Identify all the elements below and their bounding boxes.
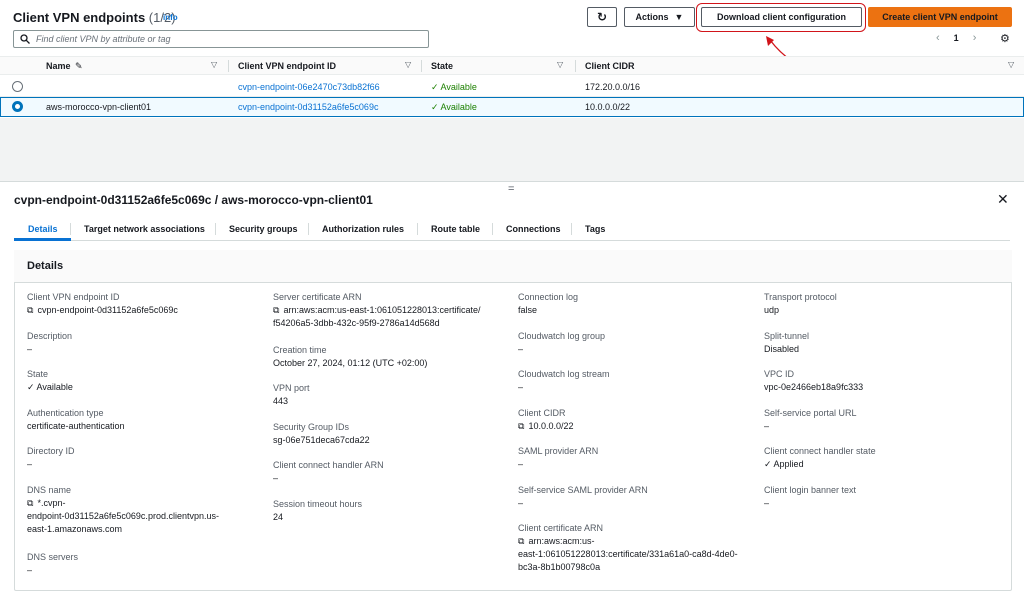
sort-icon[interactable]: ▽ [1008, 60, 1014, 69]
check-circle-icon: ✓ [27, 382, 37, 392]
row-endpoint-id-link[interactable]: cvpn-endpoint-0d31152a6fe5c069c [238, 102, 378, 112]
vpc-id-link[interactable]: vpc-0e2466eb18a9fc333 [764, 381, 999, 394]
row-radio-button[interactable] [12, 81, 23, 92]
field-description: Description – [27, 331, 73, 354]
detail-tabs: Details Target network associations Secu… [14, 219, 1010, 241]
tab-divider [417, 223, 418, 235]
download-client-configuration-button[interactable]: Download client configuration [701, 7, 862, 27]
field-client-login-banner: Client login banner text – [764, 485, 857, 508]
field-dns-name: DNS name ⧉ *.cvpn- endpoint-0d31152a6fe5c… [27, 485, 219, 534]
info-link[interactable]: info [163, 13, 178, 22]
split-panel-drag-handle[interactable]: = [508, 183, 514, 195]
detail-panel-title: cvpn-endpoint-0d31152a6fe5c069c / aws-mo… [14, 193, 373, 207]
field-dns-servers: DNS servers – [27, 552, 79, 575]
field-security-group-ids: Security Group IDs sg-06e751deca67cda22 [273, 421, 508, 447]
field-state: State ✓ Available [27, 369, 73, 392]
pagination: ‹ 1 › [936, 32, 976, 44]
field-client-connect-handler-arn: Client connect handler ARN – [273, 460, 384, 483]
close-icon[interactable]: ✕ [997, 191, 1009, 208]
copy-icon[interactable]: ⧉ [27, 497, 33, 510]
settings-gear-icon[interactable]: ⚙ [1000, 32, 1010, 45]
details-card-title: Details [27, 260, 64, 272]
caret-down-icon: ▼ [674, 12, 684, 22]
tab-divider [492, 223, 493, 235]
row-client-cidr: 172.20.0.0/16 [585, 82, 641, 92]
copy-icon[interactable]: ⧉ [518, 420, 524, 433]
field-client-connect-handler-state: Client connect handler state ✓ Applied [764, 446, 876, 469]
field-session-timeout: Session timeout hours 24 [273, 499, 363, 522]
column-divider[interactable] [228, 60, 229, 72]
field-connection-log: Connection log false [518, 292, 579, 315]
tab-security-groups[interactable]: Security groups [229, 224, 298, 234]
sort-icon[interactable]: ▽ [405, 60, 411, 69]
sort-icon[interactable]: ▽ [211, 60, 217, 69]
row-name: aws-morocco-vpn-client01 [46, 102, 152, 112]
table-row-selected[interactable]: aws-morocco-vpn-client01 cvpn-endpoint-0… [0, 97, 1024, 117]
column-header-state[interactable]: State [431, 61, 453, 71]
tab-divider [70, 223, 71, 235]
field-vpc-id: VPC ID vpc-0e2466eb18a9fc333 [764, 368, 999, 394]
tab-divider [215, 223, 216, 235]
search-input[interactable]: Find client VPN by attribute or tag [13, 30, 429, 48]
edit-pencil-icon: ✎ [75, 61, 83, 71]
field-vpn-port: VPN port 443 [273, 383, 310, 406]
field-saml-provider-arn: SAML provider ARN – [518, 446, 599, 469]
prev-page-icon[interactable]: ‹ [936, 32, 940, 44]
field-transport-protocol: Transport protocol udp [764, 292, 837, 315]
field-authentication-type: Authentication type certificate-authenti… [27, 408, 125, 431]
table-row[interactable]: cvpn-endpoint-06e2470c73db82f66 ✓ Availa… [0, 77, 1024, 97]
security-group-link[interactable]: sg-06e751deca67cda22 [273, 434, 508, 447]
field-self-service-saml-provider-arn: Self-service SAML provider ARN – [518, 485, 648, 508]
tab-details[interactable]: Details [28, 224, 58, 234]
copy-icon[interactable]: ⧉ [273, 304, 279, 317]
next-page-icon[interactable]: › [973, 32, 977, 44]
create-client-vpn-endpoint-button[interactable]: Create client VPN endpoint [868, 7, 1012, 27]
column-header-endpoint-id[interactable]: Client VPN endpoint ID [238, 61, 336, 71]
check-circle-icon: ✓ [431, 102, 441, 112]
tab-tags[interactable]: Tags [585, 224, 605, 234]
details-card-header [14, 250, 1012, 283]
field-self-service-portal-url: Self-service portal URL – [764, 408, 857, 431]
page-number[interactable]: 1 [954, 33, 959, 43]
column-divider[interactable] [421, 60, 422, 72]
search-placeholder: Find client VPN by attribute or tag [36, 34, 171, 44]
row-endpoint-id-link[interactable]: cvpn-endpoint-06e2470c73db82f66 [238, 82, 380, 92]
refresh-icon: ↻ [596, 10, 608, 24]
tab-connections[interactable]: Connections [506, 224, 561, 234]
check-circle-icon: ✓ [764, 459, 774, 469]
field-creation-time: Creation time October 27, 2024, 01:12 (U… [273, 345, 428, 368]
column-divider[interactable] [575, 60, 576, 72]
tab-route-table[interactable]: Route table [431, 224, 480, 234]
field-directory-id: Directory ID – [27, 446, 75, 469]
column-header-name[interactable]: Name [46, 61, 71, 71]
field-endpoint-id: Client VPN endpoint ID ⧉ cvpn-endpoint-0d… [27, 292, 178, 317]
tab-target-network-associations[interactable]: Target network associations [84, 224, 205, 234]
tab-divider [571, 223, 572, 235]
field-cloudwatch-log-group: Cloudwatch log group – [518, 331, 606, 354]
active-tab-indicator [14, 238, 71, 241]
table-header: Name ✎ ▽ Client VPN endpoint ID ▽ State … [0, 56, 1024, 75]
tab-divider [308, 223, 309, 235]
row-radio-button-selected[interactable] [12, 101, 23, 112]
row-state: ✓ Available [431, 102, 477, 112]
column-header-client-cidr[interactable]: Client CIDR [585, 61, 635, 71]
field-client-certificate-arn: Client certificate ARN ⧉ arn:aws:acm:us- … [518, 523, 738, 572]
field-server-certificate-arn: Server certificate ARN ⧉ arn:aws:acm:us-e… [273, 292, 481, 328]
row-state: ✓ Available [431, 82, 477, 92]
check-circle-icon: ✓ [431, 82, 441, 92]
refresh-button[interactable]: ↻ [587, 7, 617, 27]
copy-icon[interactable]: ⧉ [518, 535, 524, 548]
sort-icon[interactable]: ▽ [557, 60, 563, 69]
field-cloudwatch-log-stream: Cloudwatch log stream – [518, 369, 610, 392]
actions-dropdown-button[interactable]: Actions ▼ [624, 7, 695, 27]
tab-authorization-rules[interactable]: Authorization rules [322, 224, 404, 234]
copy-icon[interactable]: ⧉ [27, 304, 33, 317]
field-client-cidr: Client CIDR ⧉ 10.0.0.0/22 [518, 408, 574, 433]
field-split-tunnel: Split-tunnel Disabled [764, 331, 810, 354]
page-title: Client VPN endpoints (1/2) [13, 10, 176, 25]
row-client-cidr: 10.0.0.0/22 [585, 102, 631, 112]
search-icon [20, 34, 30, 44]
table-empty-area [0, 118, 1024, 182]
